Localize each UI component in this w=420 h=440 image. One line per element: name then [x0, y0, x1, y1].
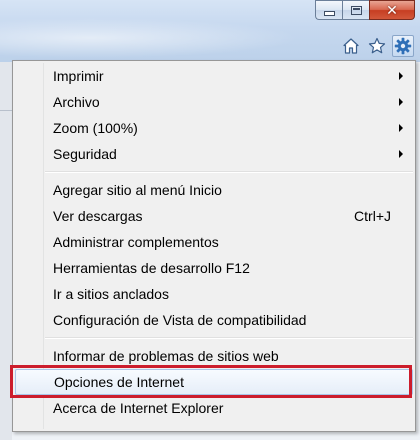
menu-item-label: Configuración de Vista de compatibilidad [53, 312, 307, 328]
maximize-icon [350, 5, 362, 15]
submenu-arrow-icon [399, 150, 403, 158]
menu-item-herramientas-desarrollo[interactable]: Herramientas de desarrollo F12 [15, 255, 413, 281]
page-background-strip [0, 62, 12, 440]
command-toolbar [340, 35, 414, 57]
menu-item-ver-descargas[interactable]: Ver descargas Ctrl+J [15, 203, 413, 229]
submenu-arrow-icon [399, 98, 403, 106]
menu-item-acerca-de[interactable]: Acerca de Internet Explorer [15, 395, 413, 421]
menu-item-opciones-internet[interactable]: Opciones de Internet [15, 369, 413, 395]
menu-item-label: Seguridad [53, 146, 117, 162]
menu-item-label: Imprimir [53, 68, 104, 84]
home-button[interactable] [340, 35, 362, 57]
menu-item-label: Acerca de Internet Explorer [53, 400, 224, 416]
home-icon [343, 38, 359, 54]
menu-separator [45, 171, 413, 173]
menu-item-label: Herramientas de desarrollo F12 [53, 260, 250, 276]
menu-item-informar-problemas[interactable]: Informar de problemas de sitios web [15, 343, 413, 369]
menu-separator [45, 337, 413, 339]
menu-item-label: Ver descargas [53, 208, 143, 224]
menu-item-label: Ir a sitios anclados [53, 286, 169, 302]
menu-item-label: Opciones de Internet [54, 374, 184, 390]
menu-item-seguridad[interactable]: Seguridad [15, 141, 413, 167]
close-icon: ✕ [386, 2, 398, 18]
menu-item-label: Agregar sitio al menú Inicio [53, 182, 222, 198]
star-icon [368, 37, 386, 54]
menu-item-imprimir[interactable]: Imprimir [15, 63, 413, 89]
submenu-arrow-icon [399, 72, 403, 80]
menu-item-label: Zoom (100%) [53, 120, 138, 136]
tools-button[interactable] [392, 35, 414, 57]
menu-item-agregar-sitio[interactable]: Agregar sitio al menú Inicio [15, 177, 413, 203]
menu-item-label: Administrar complementos [53, 234, 219, 250]
caption-buttons: ✕ [315, 0, 415, 21]
menu-item-vista-compatibilidad[interactable]: Configuración de Vista de compatibilidad [15, 307, 413, 333]
tools-menu: Imprimir Archivo Zoom (100%) Seguridad A… [12, 60, 416, 432]
menu-item-label: Archivo [53, 94, 100, 110]
titlebar-glow [0, 18, 300, 58]
gear-icon [394, 37, 412, 55]
menu-item-archivo[interactable]: Archivo [15, 89, 413, 115]
menu-item-zoom[interactable]: Zoom (100%) [15, 115, 413, 141]
menu-item-label: Informar de problemas de sitios web [53, 348, 279, 364]
minimize-button[interactable] [315, 0, 342, 20]
menu-item-sitios-anclados[interactable]: Ir a sitios anclados [15, 281, 413, 307]
window-titlebar: ✕ [0, 0, 420, 62]
submenu-arrow-icon [399, 124, 403, 132]
maximize-button[interactable] [342, 0, 369, 20]
minimize-icon [323, 10, 335, 16]
close-button[interactable]: ✕ [369, 0, 415, 20]
menu-item-shortcut: Ctrl+J [354, 208, 391, 224]
favorites-button[interactable] [366, 35, 388, 57]
menu-item-administrar-complementos[interactable]: Administrar complementos [15, 229, 413, 255]
